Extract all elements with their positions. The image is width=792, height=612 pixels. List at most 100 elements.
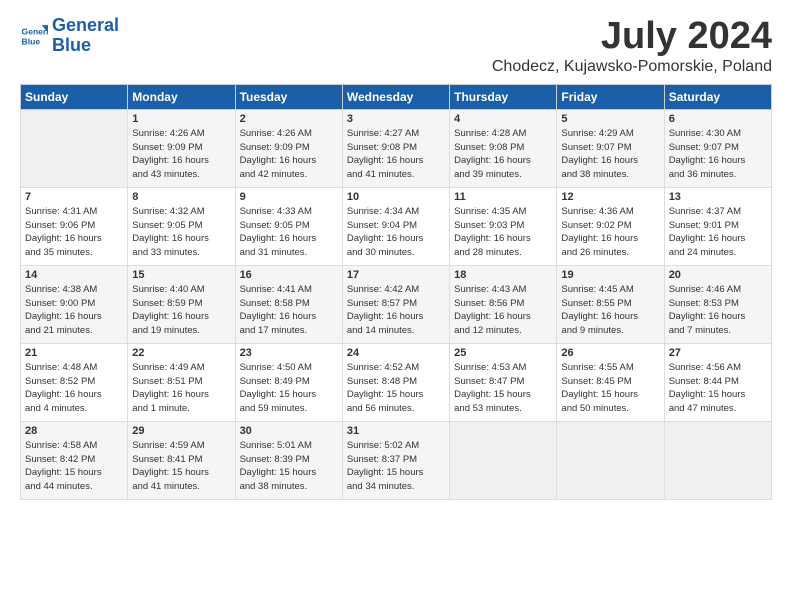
day-cell: 14Sunrise: 4:38 AM Sunset: 9:00 PM Dayli… — [21, 265, 128, 343]
day-cell — [450, 421, 557, 499]
day-number: 20 — [669, 269, 767, 281]
day-number: 2 — [240, 113, 338, 125]
col-header-monday: Monday — [128, 84, 235, 109]
day-content: Sunrise: 4:40 AM Sunset: 8:59 PM Dayligh… — [132, 283, 230, 338]
day-number: 28 — [25, 425, 123, 437]
day-number: 9 — [240, 191, 338, 203]
day-cell: 28Sunrise: 4:58 AM Sunset: 8:42 PM Dayli… — [21, 421, 128, 499]
logo: General Blue General Blue — [20, 16, 119, 56]
day-content: Sunrise: 5:02 AM Sunset: 8:37 PM Dayligh… — [347, 439, 445, 494]
svg-text:General: General — [22, 26, 48, 36]
day-number: 1 — [132, 113, 230, 125]
week-row-1: 1 Sunrise: 4:26 AM Sunset: 9:09 PM Daylig… — [21, 109, 772, 187]
day-cell: 27 Sunrise: 4:56 AM Sunset: 8:44 PM Dayli… — [664, 343, 771, 421]
day-cell: 21Sunrise: 4:48 AM Sunset: 8:52 PM Dayli… — [21, 343, 128, 421]
day-number: 17 — [347, 269, 445, 281]
day-cell: 3Sunrise: 4:27 AM Sunset: 9:08 PM Daylig… — [342, 109, 449, 187]
calendar-page: General Blue General Blue July 2024 Chod… — [0, 0, 792, 612]
day-cell: 23Sunrise: 4:50 AM Sunset: 8:49 PM Dayli… — [235, 343, 342, 421]
day-number: 30 — [240, 425, 338, 437]
day-cell: 16 Sunrise: 4:41 AM Sunset: 8:58 PM Dayli… — [235, 265, 342, 343]
day-number: 25 — [454, 347, 552, 359]
week-row-5: 28Sunrise: 4:58 AM Sunset: 8:42 PM Dayli… — [21, 421, 772, 499]
day-cell: 25 Sunrise: 4:53 AM Sunset: 8:47 PM Dayli… — [450, 343, 557, 421]
day-cell — [664, 421, 771, 499]
svg-text:Blue: Blue — [22, 36, 41, 46]
day-content: Sunrise: 4:49 AM Sunset: 8:51 PM Dayligh… — [132, 361, 230, 416]
day-number: 29 — [132, 425, 230, 437]
day-content: Sunrise: 5:01 AM Sunset: 8:39 PM Dayligh… — [240, 439, 338, 494]
day-content: Sunrise: 4:26 AM Sunset: 9:09 PM Dayligh… — [132, 127, 230, 182]
col-header-wednesday: Wednesday — [342, 84, 449, 109]
day-cell: 5Sunrise: 4:29 AM Sunset: 9:07 PM Daylig… — [557, 109, 664, 187]
day-cell: 7Sunrise: 4:31 AM Sunset: 9:06 PM Daylig… — [21, 187, 128, 265]
logo-text: General Blue — [52, 16, 119, 56]
day-content: Sunrise: 4:50 AM Sunset: 8:49 PM Dayligh… — [240, 361, 338, 416]
day-number: 4 — [454, 113, 552, 125]
day-number: 8 — [132, 191, 230, 203]
day-cell: 1 Sunrise: 4:26 AM Sunset: 9:09 PM Daylig… — [128, 109, 235, 187]
day-cell: 17 Sunrise: 4:42 AM Sunset: 8:57 PM Dayli… — [342, 265, 449, 343]
day-content: Sunrise: 4:37 AM Sunset: 9:01 PM Dayligh… — [669, 205, 767, 260]
day-number: 19 — [561, 269, 659, 281]
col-header-thursday: Thursday — [450, 84, 557, 109]
day-content: Sunrise: 4:33 AM Sunset: 9:05 PM Dayligh… — [240, 205, 338, 260]
day-content: Sunrise: 4:56 AM Sunset: 8:44 PM Dayligh… — [669, 361, 767, 416]
logo-line2: Blue — [52, 35, 91, 55]
day-cell: 18 Sunrise: 4:43 AM Sunset: 8:56 PM Dayli… — [450, 265, 557, 343]
day-number: 10 — [347, 191, 445, 203]
col-header-friday: Friday — [557, 84, 664, 109]
day-number: 5 — [561, 113, 659, 125]
day-cell: 15 Sunrise: 4:40 AM Sunset: 8:59 PM Dayli… — [128, 265, 235, 343]
day-cell: 20Sunrise: 4:46 AM Sunset: 8:53 PM Dayli… — [664, 265, 771, 343]
day-content: Sunrise: 4:31 AM Sunset: 9:06 PM Dayligh… — [25, 205, 123, 260]
day-number: 14 — [25, 269, 123, 281]
day-number: 18 — [454, 269, 552, 281]
day-number: 26 — [561, 347, 659, 359]
day-content: Sunrise: 4:52 AM Sunset: 8:48 PM Dayligh… — [347, 361, 445, 416]
day-content: Sunrise: 4:36 AM Sunset: 9:02 PM Dayligh… — [561, 205, 659, 260]
day-content: Sunrise: 4:53 AM Sunset: 8:47 PM Dayligh… — [454, 361, 552, 416]
day-content: Sunrise: 4:34 AM Sunset: 9:04 PM Dayligh… — [347, 205, 445, 260]
title-block: July 2024 Chodecz, Kujawsko-Pomorskie, P… — [492, 16, 772, 76]
logo-line1: General — [52, 15, 119, 35]
day-cell: 19 Sunrise: 4:45 AM Sunset: 8:55 PM Dayli… — [557, 265, 664, 343]
day-content: Sunrise: 4:35 AM Sunset: 9:03 PM Dayligh… — [454, 205, 552, 260]
day-number: 24 — [347, 347, 445, 359]
day-number: 31 — [347, 425, 445, 437]
day-number: 22 — [132, 347, 230, 359]
day-content: Sunrise: 4:59 AM Sunset: 8:41 PM Dayligh… — [132, 439, 230, 494]
day-cell: 2Sunrise: 4:26 AM Sunset: 9:09 PM Daylig… — [235, 109, 342, 187]
col-header-sunday: Sunday — [21, 84, 128, 109]
day-cell: 13Sunrise: 4:37 AM Sunset: 9:01 PM Dayli… — [664, 187, 771, 265]
day-content: Sunrise: 4:42 AM Sunset: 8:57 PM Dayligh… — [347, 283, 445, 338]
day-cell: 12 Sunrise: 4:36 AM Sunset: 9:02 PM Dayli… — [557, 187, 664, 265]
day-content: Sunrise: 4:32 AM Sunset: 9:05 PM Dayligh… — [132, 205, 230, 260]
day-number: 11 — [454, 191, 552, 203]
day-cell: 11 Sunrise: 4:35 AM Sunset: 9:03 PM Dayli… — [450, 187, 557, 265]
day-content: Sunrise: 4:55 AM Sunset: 8:45 PM Dayligh… — [561, 361, 659, 416]
header-row: SundayMondayTuesdayWednesdayThursdayFrid… — [21, 84, 772, 109]
day-number: 15 — [132, 269, 230, 281]
day-content: Sunrise: 4:28 AM Sunset: 9:08 PM Dayligh… — [454, 127, 552, 182]
day-cell: 26 Sunrise: 4:55 AM Sunset: 8:45 PM Dayli… — [557, 343, 664, 421]
week-row-4: 21Sunrise: 4:48 AM Sunset: 8:52 PM Dayli… — [21, 343, 772, 421]
day-content: Sunrise: 4:30 AM Sunset: 9:07 PM Dayligh… — [669, 127, 767, 182]
day-number: 27 — [669, 347, 767, 359]
day-cell — [21, 109, 128, 187]
day-content: Sunrise: 4:48 AM Sunset: 8:52 PM Dayligh… — [25, 361, 123, 416]
day-number: 12 — [561, 191, 659, 203]
day-cell: 8 Sunrise: 4:32 AM Sunset: 9:05 PM Daylig… — [128, 187, 235, 265]
day-content: Sunrise: 4:27 AM Sunset: 9:08 PM Dayligh… — [347, 127, 445, 182]
day-cell: 4 Sunrise: 4:28 AM Sunset: 9:08 PM Daylig… — [450, 109, 557, 187]
col-header-saturday: Saturday — [664, 84, 771, 109]
day-cell: 22 Sunrise: 4:49 AM Sunset: 8:51 PM Dayli… — [128, 343, 235, 421]
day-cell: 31 Sunrise: 5:02 AM Sunset: 8:37 PM Dayli… — [342, 421, 449, 499]
location-subtitle: Chodecz, Kujawsko-Pomorskie, Poland — [492, 58, 772, 76]
day-number: 16 — [240, 269, 338, 281]
day-content: Sunrise: 4:45 AM Sunset: 8:55 PM Dayligh… — [561, 283, 659, 338]
week-row-2: 7Sunrise: 4:31 AM Sunset: 9:06 PM Daylig… — [21, 187, 772, 265]
day-content: Sunrise: 4:41 AM Sunset: 8:58 PM Dayligh… — [240, 283, 338, 338]
day-content: Sunrise: 4:43 AM Sunset: 8:56 PM Dayligh… — [454, 283, 552, 338]
header: General Blue General Blue July 2024 Chod… — [20, 16, 772, 76]
